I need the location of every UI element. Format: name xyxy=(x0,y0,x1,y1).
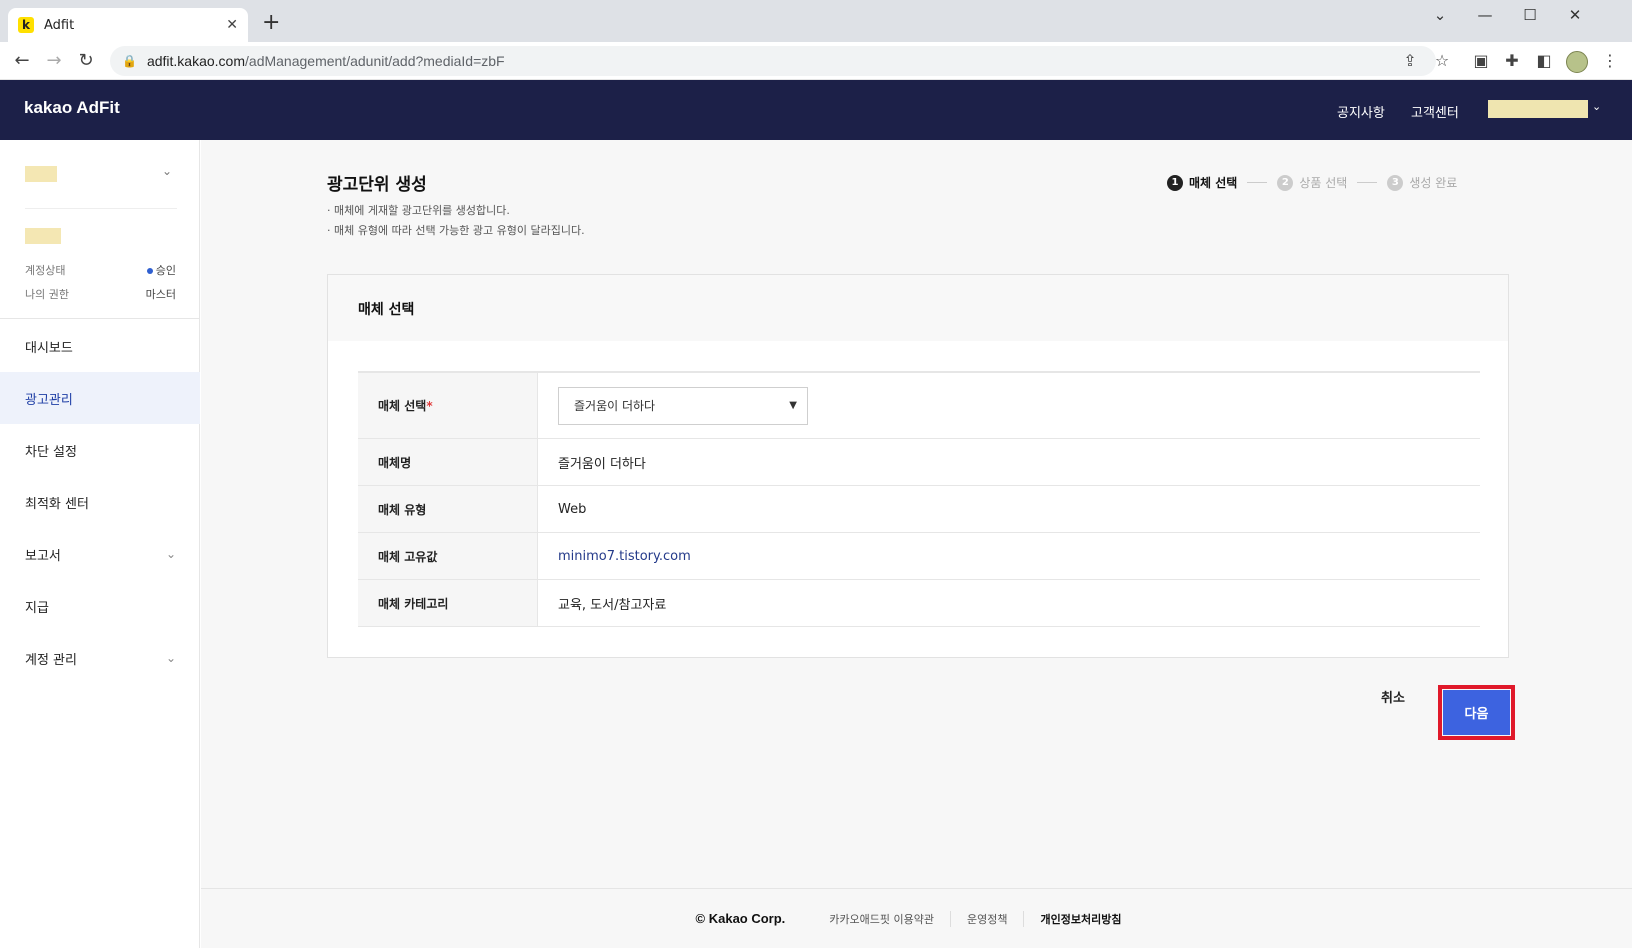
row-label: 매체 고유값 xyxy=(358,533,538,579)
step-connector xyxy=(1247,182,1268,183)
site-header: kakao AdFit 공지사항 고객센터 ⌄ xyxy=(0,80,1632,140)
support-link[interactable]: 고객센터 xyxy=(1411,102,1459,121)
chevron-down-icon[interactable]: ⌄ xyxy=(1592,100,1601,113)
media-info-table: 매체 선택 * 즐거움이 더하다 ▼ 매체명 즐거움이 더하다 매체 유형 Web… xyxy=(358,371,1480,627)
step-1: 1 매체 선택 xyxy=(1167,174,1237,191)
back-icon[interactable]: ← xyxy=(10,50,34,72)
sidebar-item-payment[interactable]: 지급 xyxy=(0,580,200,632)
table-row: 매체명 즐거움이 더하다 xyxy=(358,439,1480,486)
sidebar-item-account-management[interactable]: 계정 관리 ⌄ xyxy=(0,632,200,684)
chevron-down-icon[interactable]: ⌄ xyxy=(162,164,172,178)
sidebar-item-ad-management[interactable]: 광고관리 xyxy=(0,372,200,424)
browser-tab[interactable]: k Adfit ✕ xyxy=(8,8,248,42)
media-type-value: Web xyxy=(558,501,587,517)
lock-icon: 🔒 xyxy=(122,54,137,68)
notice-link[interactable]: 공지사항 xyxy=(1337,102,1385,121)
kakao-favicon-icon: k xyxy=(18,17,34,33)
my-role-value: 마스터 xyxy=(145,288,176,301)
privacy-link[interactable]: 개인정보처리방침 xyxy=(1023,910,1137,927)
step-2: 2 상품 선택 xyxy=(1277,174,1347,191)
table-row: 매체 유형 Web xyxy=(358,486,1480,533)
row-label: 매체명 xyxy=(358,439,538,485)
page-description: · 매체에 게재할 광고단위를 생성합니다. xyxy=(327,204,510,217)
new-tab-icon[interactable]: + xyxy=(262,12,280,34)
next-button[interactable]: 다음 xyxy=(1443,690,1510,735)
my-role-label: 나의 권한 xyxy=(25,288,69,301)
chevron-down-icon: ⌄ xyxy=(165,651,176,665)
forward-icon[interactable]: → xyxy=(42,50,66,72)
table-row: 매체 카테고리 교육, 도서/참고자료 xyxy=(358,580,1480,627)
step-3: 3 생성 완료 xyxy=(1387,174,1457,191)
divider xyxy=(25,208,177,209)
maximize-icon[interactable]: ☐ xyxy=(1510,6,1550,24)
bookmark-star-icon[interactable]: ☆ xyxy=(1431,51,1453,70)
sidebar: ⌄ 계정상태 승인 나의 권한 마스터 대시보드 광고관리 차단 설정 최적화 … xyxy=(0,140,200,948)
table-row: 매체 고유값 minimo7.tistory.com xyxy=(358,533,1480,580)
profile-avatar[interactable] xyxy=(1566,51,1588,73)
row-label: 매체 카테고리 xyxy=(358,580,538,626)
sidebar-item-dashboard[interactable]: 대시보드 xyxy=(0,320,200,372)
policy-link[interactable]: 운영정책 xyxy=(950,910,1023,927)
kakao-adfit-logo[interactable]: kakao AdFit xyxy=(24,98,120,118)
media-select-card: 매체 선택 매체 선택 * 즐거움이 더하다 ▼ 매체명 즐거움이 더하다 매체 … xyxy=(327,274,1509,658)
account-status-label: 계정상태 xyxy=(25,264,66,277)
user-menu[interactable] xyxy=(1488,100,1588,118)
account-status-value: 승인 xyxy=(146,262,176,278)
media-icon[interactable]: ▣ xyxy=(1470,51,1492,70)
card-title: 매체 선택 xyxy=(328,275,1508,341)
minimize-icon[interactable]: — xyxy=(1465,6,1505,24)
terms-link[interactable]: 카카오애드핏 이용약관 xyxy=(813,911,950,927)
divider xyxy=(0,318,200,319)
share-icon[interactable]: ⇪ xyxy=(1399,51,1421,70)
step-connector xyxy=(1357,182,1378,183)
required-mark: * xyxy=(426,398,433,413)
row-label: 매체 유형 xyxy=(358,486,538,532)
row-label: 매체 선택 * xyxy=(358,373,538,438)
tab-title: Adfit xyxy=(44,17,75,33)
main-content: 광고단위 생성 1 매체 선택 2 상품 선택 3 생성 완료 · 매체에 게재할 광… xyxy=(201,140,1632,948)
browser-tab-bar: k Adfit ✕ + ⌄ — ☐ ✕ xyxy=(0,0,1632,42)
close-tab-icon[interactable]: ✕ xyxy=(226,17,238,33)
tab-search-icon[interactable]: ⌄ xyxy=(1420,6,1460,24)
media-name-value: 즐거움이 더하다 xyxy=(558,456,646,472)
account-name xyxy=(25,228,61,244)
page-title: 광고단위 생성 xyxy=(327,175,427,195)
footer: © Kakao Corp. 카카오애드핏 이용약관 운영정책 개인정보처리방침 xyxy=(201,888,1632,948)
sidebar-item-block-settings[interactable]: 차단 설정 xyxy=(0,424,200,476)
page-description: · 매체 유형에 따라 선택 가능한 광고 유형이 달라집니다. xyxy=(327,224,585,237)
media-select-dropdown[interactable]: 즐거움이 더하다 ▼ xyxy=(558,386,808,425)
media-id-link[interactable]: minimo7.tistory.com xyxy=(538,533,1480,579)
step-indicator: 1 매체 선택 2 상품 선택 3 생성 완료 xyxy=(1167,174,1457,191)
account-selector[interactable] xyxy=(25,166,57,182)
cancel-button[interactable]: 취소 xyxy=(1381,687,1405,706)
chevron-down-icon: ⌄ xyxy=(165,547,176,561)
extensions-icon[interactable]: ✚ xyxy=(1501,51,1523,70)
browser-toolbar: ← → ↻ 🔒 adfit.kakao.com/adManagement/adu… xyxy=(0,42,1632,80)
table-row: 매체 선택 * 즐거움이 더하다 ▼ xyxy=(358,373,1480,439)
media-category-value: 교육, 도서/참고자료 xyxy=(558,597,667,613)
caret-down-icon: ▼ xyxy=(789,400,797,411)
sidebar-item-optimization-center[interactable]: 최적화 센터 xyxy=(0,476,200,528)
row-value: 즐거움이 더하다 ▼ xyxy=(538,373,1480,438)
reload-icon[interactable]: ↻ xyxy=(74,50,98,72)
window-close-icon[interactable]: ✕ xyxy=(1555,6,1595,24)
side-panel-icon[interactable]: ◧ xyxy=(1533,51,1555,70)
sidebar-item-reports[interactable]: 보고서 ⌄ xyxy=(0,528,200,580)
more-menu-icon[interactable]: ⋮ xyxy=(1599,51,1621,70)
address-bar[interactable]: 🔒 adfit.kakao.com/adManagement/adunit/ad… xyxy=(110,46,1436,76)
copyright: © Kakao Corp. xyxy=(695,911,786,926)
status-dot-icon xyxy=(146,268,153,274)
url-text: adfit.kakao.com/adManagement/adunit/add?… xyxy=(146,53,505,69)
